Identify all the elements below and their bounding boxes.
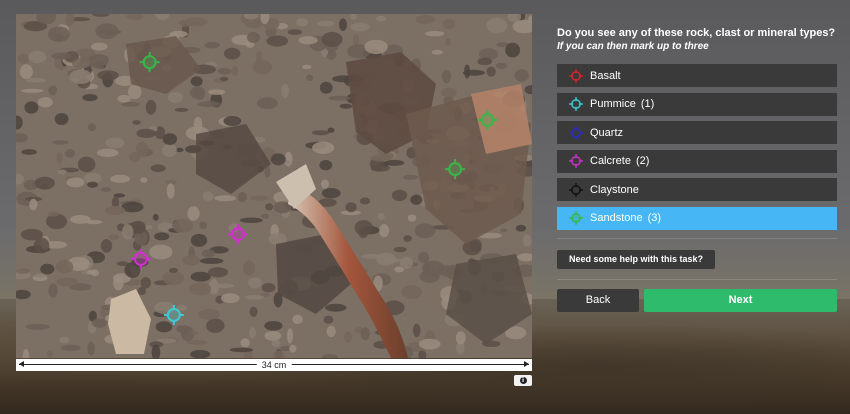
option-quartz[interactable]: Quartz [557,121,837,144]
navigation-buttons: Back Next [557,288,837,312]
crosshair-icon [569,154,583,168]
option-claystone[interactable]: Claystone [557,178,837,201]
option-label: Quartz [590,126,624,139]
option-label: Calcrete [590,155,631,167]
option-label: Pummice [590,98,636,110]
option-count: (1) [640,98,655,110]
answer-options: Basalt Pummice (1) Quartz Calcrete (2) Claysto… [557,64,837,230]
task-question: Do you see any of these rock, clast or m… [557,27,836,39]
divider [557,237,837,239]
option-label: Basalt [590,69,621,82]
crosshair-icon [569,125,583,140]
next-button[interactable]: Next [644,288,837,312]
crosshair-icon [569,97,583,111]
option-sandstone[interactable]: Sandstone (3) [557,206,837,230]
option-count: (3) [647,212,662,224]
help-button[interactable]: Need some help with this task? [557,249,716,269]
option-pummice[interactable]: Pummice (1) [557,92,837,116]
crosshair-icon [569,211,583,225]
option-count: (2) [635,155,650,167]
option-label: Claystone [590,183,639,196]
scale-label: 34 cm [256,359,292,371]
divider [557,278,837,280]
scale-bar: 34 cm [16,359,532,371]
info-icon: i [519,377,527,384]
option-label: Sandstone [590,212,643,224]
sample-image[interactable] [16,14,532,358]
option-calcrete[interactable]: Calcrete (2) [557,149,837,173]
task-panel: Do you see any of these rock, clast or m… [557,26,837,312]
crosshair-icon [569,68,583,83]
option-basalt[interactable]: Basalt [557,64,837,87]
image-info-button[interactable]: i [514,375,532,386]
back-button[interactable]: Back [557,288,639,312]
task-instruction: If you can then mark up to three [557,41,709,52]
crosshair-icon [569,182,583,197]
rock-sample-photo[interactable] [16,14,532,358]
